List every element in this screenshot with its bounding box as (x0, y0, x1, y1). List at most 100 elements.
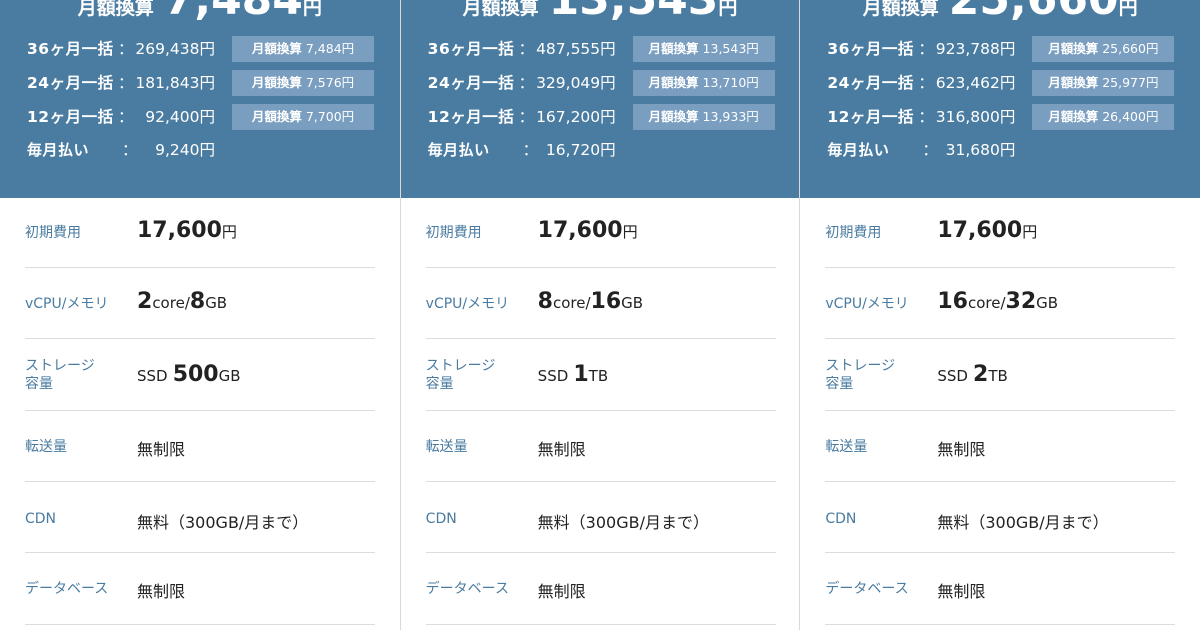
badge-value: 25,660円 (1102, 41, 1159, 56)
monthly-equivalent-badge: 月額換算 13,933円 (632, 104, 775, 130)
spec-value: SSD 1TB (538, 362, 608, 387)
spec-value: SSD 2TB (937, 362, 1007, 387)
storage-label-line1: ストレージ (425, 358, 496, 374)
spec-label: データベース (25, 581, 109, 597)
spec-label: 初期費用 (425, 225, 482, 241)
spec-label: ストレージ 容量 (825, 357, 895, 393)
badge-label: 月額換算 (648, 75, 699, 90)
initial-value: 17,600 (937, 218, 1023, 243)
spec-value: 17,600円 (937, 218, 1037, 243)
spec-value: 2core/8GB (137, 289, 227, 314)
storage-label-line1: ストレージ (825, 358, 896, 374)
monthly-equivalent-badge: 月額換算 7,700円 (232, 104, 374, 130)
spec-label: データベース (825, 581, 909, 597)
cdn-value: 無料（300GB/月まで） (137, 513, 309, 532)
core-unit: core (152, 294, 185, 312)
storage-label-line2: 容量 (825, 376, 854, 392)
spec-row-transfer: 転送量 無制限 (425, 411, 776, 482)
price-row-36: 36ヶ月一括 ： 923,788円 月額換算 25,660円 (827, 36, 1187, 62)
memory-value: 16 (590, 289, 622, 314)
initial-unit: 円 (221, 223, 237, 241)
badge-value: 25,977円 (1102, 75, 1159, 90)
initial-value: 17,600 (537, 218, 623, 243)
monthly-price-headline: 月額換算 7,484円 (0, 0, 400, 25)
term-label: 24ヶ月一括 (827, 74, 914, 92)
spec-value: 17,600円 (137, 218, 237, 243)
term-label: 36ヶ月一括 (427, 40, 515, 58)
spec-value: SSD 500GB (137, 362, 241, 387)
total-price: 329,049円 (536, 74, 616, 92)
initial-unit: 円 (622, 223, 638, 241)
monthly-head-unit: 円 (1118, 0, 1138, 19)
badge-value: 7,484円 (305, 41, 355, 56)
monthly-head-value: 25,660 (949, 0, 1119, 25)
price-row-monthly: 毎月払い ： 31,680円 (827, 137, 1187, 163)
spec-row-transfer: 転送量 無制限 (25, 411, 375, 482)
price-row-24: 24ヶ月一括 ： 329,049円 月額換算 13,710円 (428, 70, 788, 96)
spec-label: CDN (25, 511, 57, 527)
spec-label: データベース (425, 581, 509, 597)
memory-value: 32 (1005, 289, 1037, 314)
total-price: 269,438円 (135, 40, 215, 58)
spec-row-initial: 初期費用 17,600円 (425, 198, 776, 268)
monthly-head-unit: 円 (718, 0, 738, 19)
total-price: 623,462円 (935, 74, 1016, 92)
spec-label: vCPU/メモリ (425, 296, 510, 312)
plan-price-header: 月額換算13,543円 36ヶ月一括 ： 487,555円 月額換算13,543… (400, 0, 800, 198)
badge-label: 月額換算 (1048, 109, 1099, 124)
spec-row-storage: ストレージ 容量 SSD 1TB (425, 339, 776, 411)
database-value: 無制限 (537, 582, 586, 601)
term-label: 24ヶ月一括 (27, 74, 114, 92)
monthly-head-label: 月額換算 (862, 0, 939, 19)
vcpu-value: 8 (537, 289, 553, 314)
spec-label: CDN (825, 511, 857, 527)
monthly-head-value: 13,543 (549, 0, 719, 25)
spec-row-database: データベース 無制限 (25, 553, 375, 625)
badge-value: 13,710円 (702, 75, 759, 90)
spec-row-vcpu: vCPU/メモリ 8core/16GB (425, 268, 776, 339)
term-label: 12ヶ月一括 (27, 108, 114, 126)
total-price: 16,720円 (545, 141, 616, 159)
monthly-equivalent-badge: 月額換算 25,977円 (1032, 70, 1175, 96)
spec-row-database: データベース 無制限 (425, 553, 776, 625)
storage-unit: TB (588, 367, 609, 385)
badge-value: 26,400円 (1102, 109, 1159, 124)
database-value: 無制限 (937, 582, 986, 601)
monthly-price-headline: 月額換算 13,543円 (401, 0, 800, 25)
monthly-equivalent-badge: 月額換算 7,576円 (232, 70, 374, 96)
spec-value: 17,600円 (538, 218, 638, 243)
plan-card: 月額換算 25,660円 36ヶ月一括 ： 923,788円 月額換算25,660… (800, 0, 1200, 630)
badge-label: 月額換算 (1048, 75, 1099, 90)
monthly-head-label: 月額換算 (462, 0, 539, 19)
monthly-equivalent-badge: 月額換算 13,543円 (632, 36, 775, 62)
monthly-head-label: 月額換算 (77, 0, 154, 19)
badge-value: 13,933円 (702, 109, 759, 124)
spec-label: 初期費用 (25, 225, 81, 241)
total-price: 316,800円 (935, 108, 1016, 126)
term-label: 12ヶ月一括 (827, 108, 914, 126)
gb-unit: GB (1036, 294, 1059, 312)
term-label: 24ヶ月一括 (427, 74, 515, 92)
transfer-value: 無制限 (137, 440, 186, 459)
badge-value: 7,576円 (305, 75, 355, 90)
spec-label: 転送量 (425, 439, 468, 455)
spec-label: ストレージ 容量 (25, 357, 95, 393)
monthly-equivalent-badge: 月額換算 26,400円 (1032, 104, 1175, 130)
price-row-36: 36ヶ月一括 ： 269,438円 月額換算 7,484円 (27, 36, 387, 62)
spec-label: ストレージ 容量 (426, 357, 496, 393)
price-row-monthly: 毎月払い ： 9,240円 (27, 137, 387, 163)
database-value: 無制限 (137, 582, 186, 601)
plan-card: 月額換算7,484円 36ヶ月一括 ： 269,438円 月額換算7,484円 … (0, 0, 401, 630)
initial-value: 17,600 (137, 218, 222, 243)
plan-price-header: 月額換算7,484円 36ヶ月一括 ： 269,438円 月額換算7,484円 … (0, 0, 400, 198)
term-label: 毎月払い (427, 141, 490, 159)
memory-value: 8 (189, 289, 206, 314)
spec-value: 8core/16GB (538, 289, 643, 314)
price-row-12: 12ヶ月一括 ： 92,400円 月額換算 7,700円 (27, 104, 387, 130)
cdn-value: 無料（300GB/月まで） (537, 513, 709, 532)
vcpu-value: 2 (137, 289, 153, 314)
spec-row-storage: ストレージ 容量 SSD 500GB (25, 339, 375, 411)
monthly-head-value: 7,484 (164, 0, 303, 25)
spec-row-database: データベース 無制限 (825, 553, 1176, 625)
spec-row-vcpu: vCPU/メモリ 2core/8GB (25, 268, 375, 339)
